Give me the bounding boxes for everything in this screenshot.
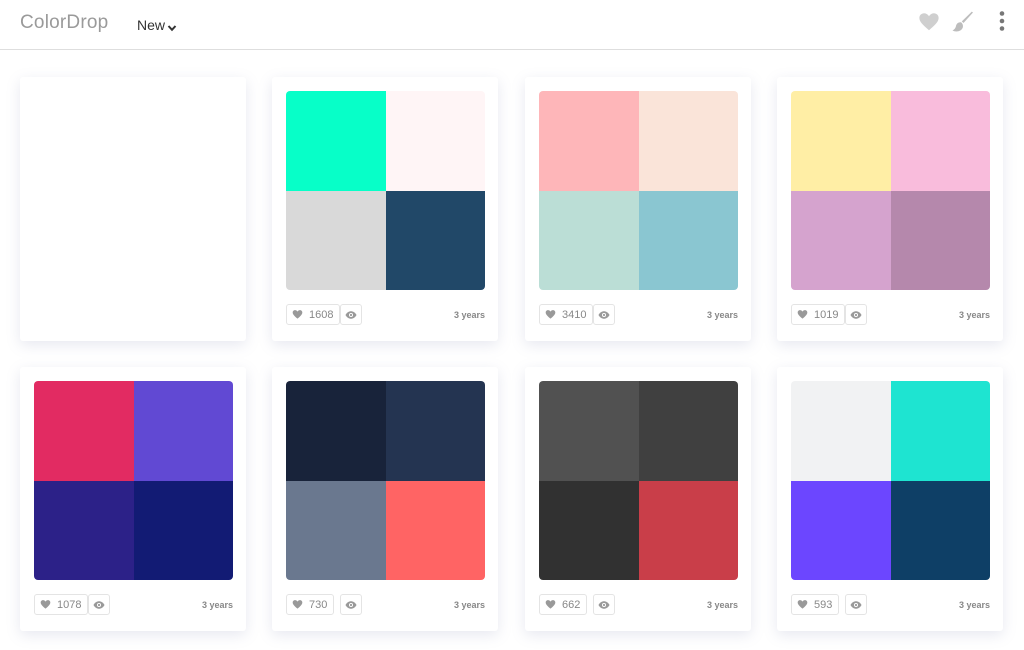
color-block[interactable] [890,91,990,191]
color-block[interactable] [286,91,386,191]
color-block[interactable] [539,190,639,290]
color-block[interactable] [133,480,233,580]
color-block[interactable] [791,190,891,290]
palette-swatch[interactable] [539,381,738,580]
heart-icon [40,600,51,609]
like-count: 1019 [814,308,839,321]
like-button[interactable]: 1078 [34,594,89,615]
sort-dropdown[interactable]: New [137,17,177,33]
like-button[interactable]: 662 [539,594,588,615]
view-button[interactable] [845,304,867,325]
palette-card: 593 3 years [777,367,1003,631]
color-block[interactable] [385,190,485,290]
color-block[interactable] [890,480,990,580]
color-block[interactable] [638,480,738,580]
like-button[interactable]: 730 [286,594,335,615]
palette-swatch[interactable] [539,91,738,290]
heart-icon [797,600,808,609]
top-bar: ColorDrop New [0,0,1024,50]
heart-icon [292,310,303,319]
color-block[interactable] [385,381,485,481]
like-count: 1608 [309,308,334,321]
color-block[interactable] [791,91,891,191]
eye-icon [850,310,862,319]
view-button[interactable] [88,594,110,615]
view-button[interactable] [593,594,615,615]
palette-age: 3 years [453,600,485,610]
palette-swatch[interactable] [791,91,990,290]
palette-swatch[interactable] [286,381,485,580]
view-button[interactable] [593,304,615,325]
empty-card [20,77,246,341]
like-button[interactable]: 1019 [791,304,846,325]
palette-age: 3 years [958,310,990,320]
color-block[interactable] [286,190,386,290]
eye-icon [93,600,105,609]
heart-icon[interactable] [918,11,942,35]
color-block[interactable] [638,91,738,191]
brush-icon[interactable] [951,10,975,34]
eye-icon [345,310,357,319]
color-block[interactable] [890,190,990,290]
heart-icon [545,600,556,609]
color-block[interactable] [34,480,134,580]
palette-card: 1608 3 years [272,77,498,341]
color-block[interactable] [890,381,990,481]
heart-icon [292,600,303,609]
color-block[interactable] [286,480,386,580]
color-block[interactable] [385,91,485,191]
palette-age: 3 years [706,310,738,320]
heart-icon [545,310,556,319]
color-block[interactable] [638,190,738,290]
color-block[interactable] [638,381,738,481]
palette-age: 3 years [453,310,485,320]
color-block[interactable] [791,480,891,580]
sort-label: New [137,17,166,33]
eye-icon [598,600,610,609]
app-logo[interactable]: ColorDrop [20,12,108,34]
like-count: 3410 [562,308,587,321]
like-button[interactable]: 593 [791,594,840,615]
eye-icon [850,600,862,609]
palette-card: 662 3 years [525,367,751,631]
color-block[interactable] [539,381,639,481]
color-block[interactable] [791,381,891,481]
palette-card: 730 3 years [272,367,498,631]
like-button[interactable]: 1608 [286,304,341,325]
eye-icon [345,600,357,609]
color-block[interactable] [539,91,639,191]
palette-card: 1019 3 years [777,77,1003,341]
like-count: 662 [562,598,581,611]
view-button[interactable] [340,594,362,615]
palette-card: 3410 3 years [525,77,751,341]
heart-icon [797,310,808,319]
like-count: 593 [814,598,833,611]
palette-swatch[interactable] [791,381,990,580]
palette-age: 3 years [706,600,738,610]
color-block[interactable] [385,480,485,580]
color-block[interactable] [34,381,134,481]
like-count: 730 [309,598,328,611]
more-vertical-icon[interactable] [990,10,1014,34]
like-count: 1078 [57,598,82,611]
color-block[interactable] [286,381,386,481]
palette-swatch[interactable] [286,91,485,290]
palette-age: 3 years [201,600,233,610]
like-button[interactable]: 3410 [539,304,594,325]
view-button[interactable] [340,304,362,325]
palette-swatch[interactable] [34,381,233,580]
color-block[interactable] [539,480,639,580]
chevron-down-icon [167,20,177,32]
color-block[interactable] [133,381,233,481]
view-button[interactable] [845,594,867,615]
eye-icon [598,310,610,319]
palette-age: 3 years [958,600,990,610]
palette-card: 1078 3 years [20,367,246,631]
